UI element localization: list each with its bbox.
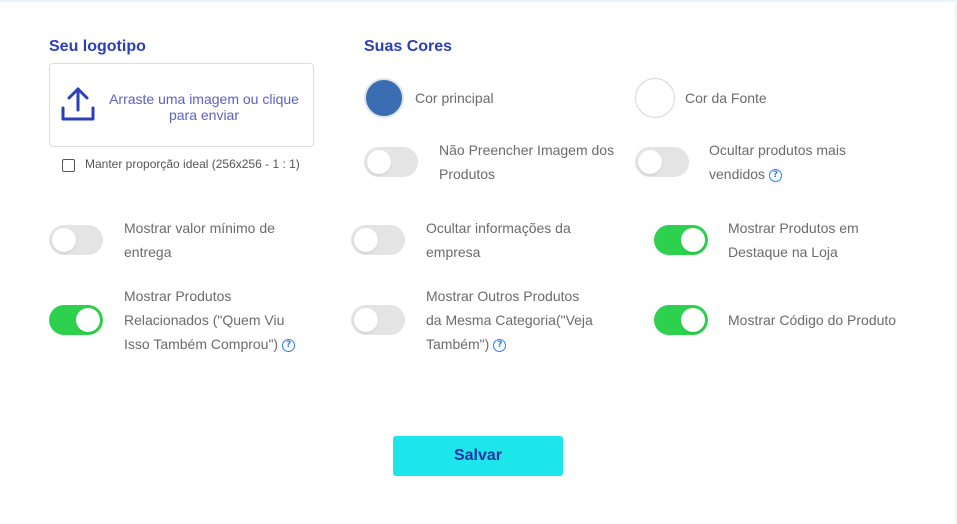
label-line: Ocultar informações da: [426, 220, 571, 236]
toggle-knob: [681, 228, 705, 252]
save-button[interactable]: Salvar: [393, 436, 563, 476]
label-line: Mostrar Código do Produto: [728, 312, 897, 328]
toggle-ocultar-info-empresa[interactable]: [351, 225, 405, 255]
outros-mesma-categoria-label: Mostrar Outros Produtos da Mesma Categor…: [426, 284, 593, 356]
upload-icon: [61, 87, 95, 121]
toggle-outros-mesma-categoria[interactable]: [351, 305, 405, 335]
label-line: Mostrar valor mínimo de: [124, 220, 275, 236]
colors-heading: Suas Cores: [364, 38, 453, 55]
keep-ratio-label: Manter proporção ideal (256x256 - 1 : 1): [85, 157, 300, 171]
label-line: entrega: [124, 244, 172, 260]
help-icon[interactable]: ?: [493, 338, 507, 352]
toggle-ocultar-mais-vendidos[interactable]: [635, 147, 689, 177]
produtos-relacionados-label: Mostrar Produtos Relacionados ("Quem Viu…: [124, 284, 296, 356]
font-color-label: Cor da Fonte: [685, 90, 767, 106]
toggle-knob: [354, 308, 378, 332]
help-icon[interactable]: ?: [769, 168, 783, 182]
label-line: Também"): [426, 336, 490, 352]
produtos-destaque-label: Mostrar Produtos em Destaque na Loja: [728, 216, 859, 264]
upload-instructions: Arraste uma imagem ou clique para enviar: [109, 91, 299, 123]
toggle-knob: [52, 228, 76, 252]
main-color-swatch[interactable]: [364, 78, 404, 118]
label-line: Produtos: [439, 166, 496, 182]
label-line: Mostrar Outros Produtos: [426, 288, 580, 304]
ocultar-info-empresa-label: Ocultar informações da empresa: [426, 216, 571, 264]
codigo-produto-label: Mostrar Código do Produto: [728, 308, 896, 332]
ocultar-mais-vendidos-label: Ocultar produtos mais vendidos?: [709, 138, 846, 186]
toggle-knob: [638, 150, 662, 174]
toggle-codigo-produto[interactable]: [654, 305, 708, 335]
main-color-label: Cor principal: [415, 90, 494, 106]
label-line: da Mesma Categoria("Veja: [426, 312, 593, 328]
label-line: Não Preencher Imagem dos: [439, 142, 615, 158]
help-icon[interactable]: ?: [282, 338, 296, 352]
toggle-knob: [354, 228, 378, 252]
valor-minimo-entrega-label: Mostrar valor mínimo de entrega: [124, 216, 275, 264]
label-line: vendidos: [709, 166, 766, 182]
label-line: Isso Também Comprou"): [124, 336, 279, 352]
toggle-knob: [367, 150, 391, 174]
nao-preencher-imagem-label: Não Preencher Imagem dos Produtos: [439, 138, 614, 186]
logo-upload-dropzone[interactable]: Arraste uma imagem ou clique para enviar: [49, 63, 314, 147]
toggle-produtos-destaque[interactable]: [654, 225, 708, 255]
toggle-nao-preencher-imagem[interactable]: [364, 147, 418, 177]
label-line: Ocultar produtos mais: [709, 142, 846, 158]
logo-heading: Seu logotipo: [49, 38, 146, 55]
label-line: Mostrar Produtos: [124, 288, 232, 304]
toggle-valor-minimo-entrega[interactable]: [49, 225, 103, 255]
label-line: Destaque na Loja: [728, 244, 838, 260]
toggle-knob: [76, 308, 100, 332]
keep-ratio-checkbox[interactable]: [62, 159, 75, 172]
settings-panel: Seu logotipo Arraste uma imagem ou cliqu…: [0, 0, 955, 524]
label-line: Relacionados ("Quem Viu: [124, 312, 285, 328]
toggle-produtos-relacionados[interactable]: [49, 305, 103, 335]
label-line: empresa: [426, 244, 481, 260]
toggle-knob: [681, 308, 705, 332]
label-line: Mostrar Produtos em: [728, 220, 859, 236]
font-color-swatch[interactable]: [635, 78, 675, 118]
